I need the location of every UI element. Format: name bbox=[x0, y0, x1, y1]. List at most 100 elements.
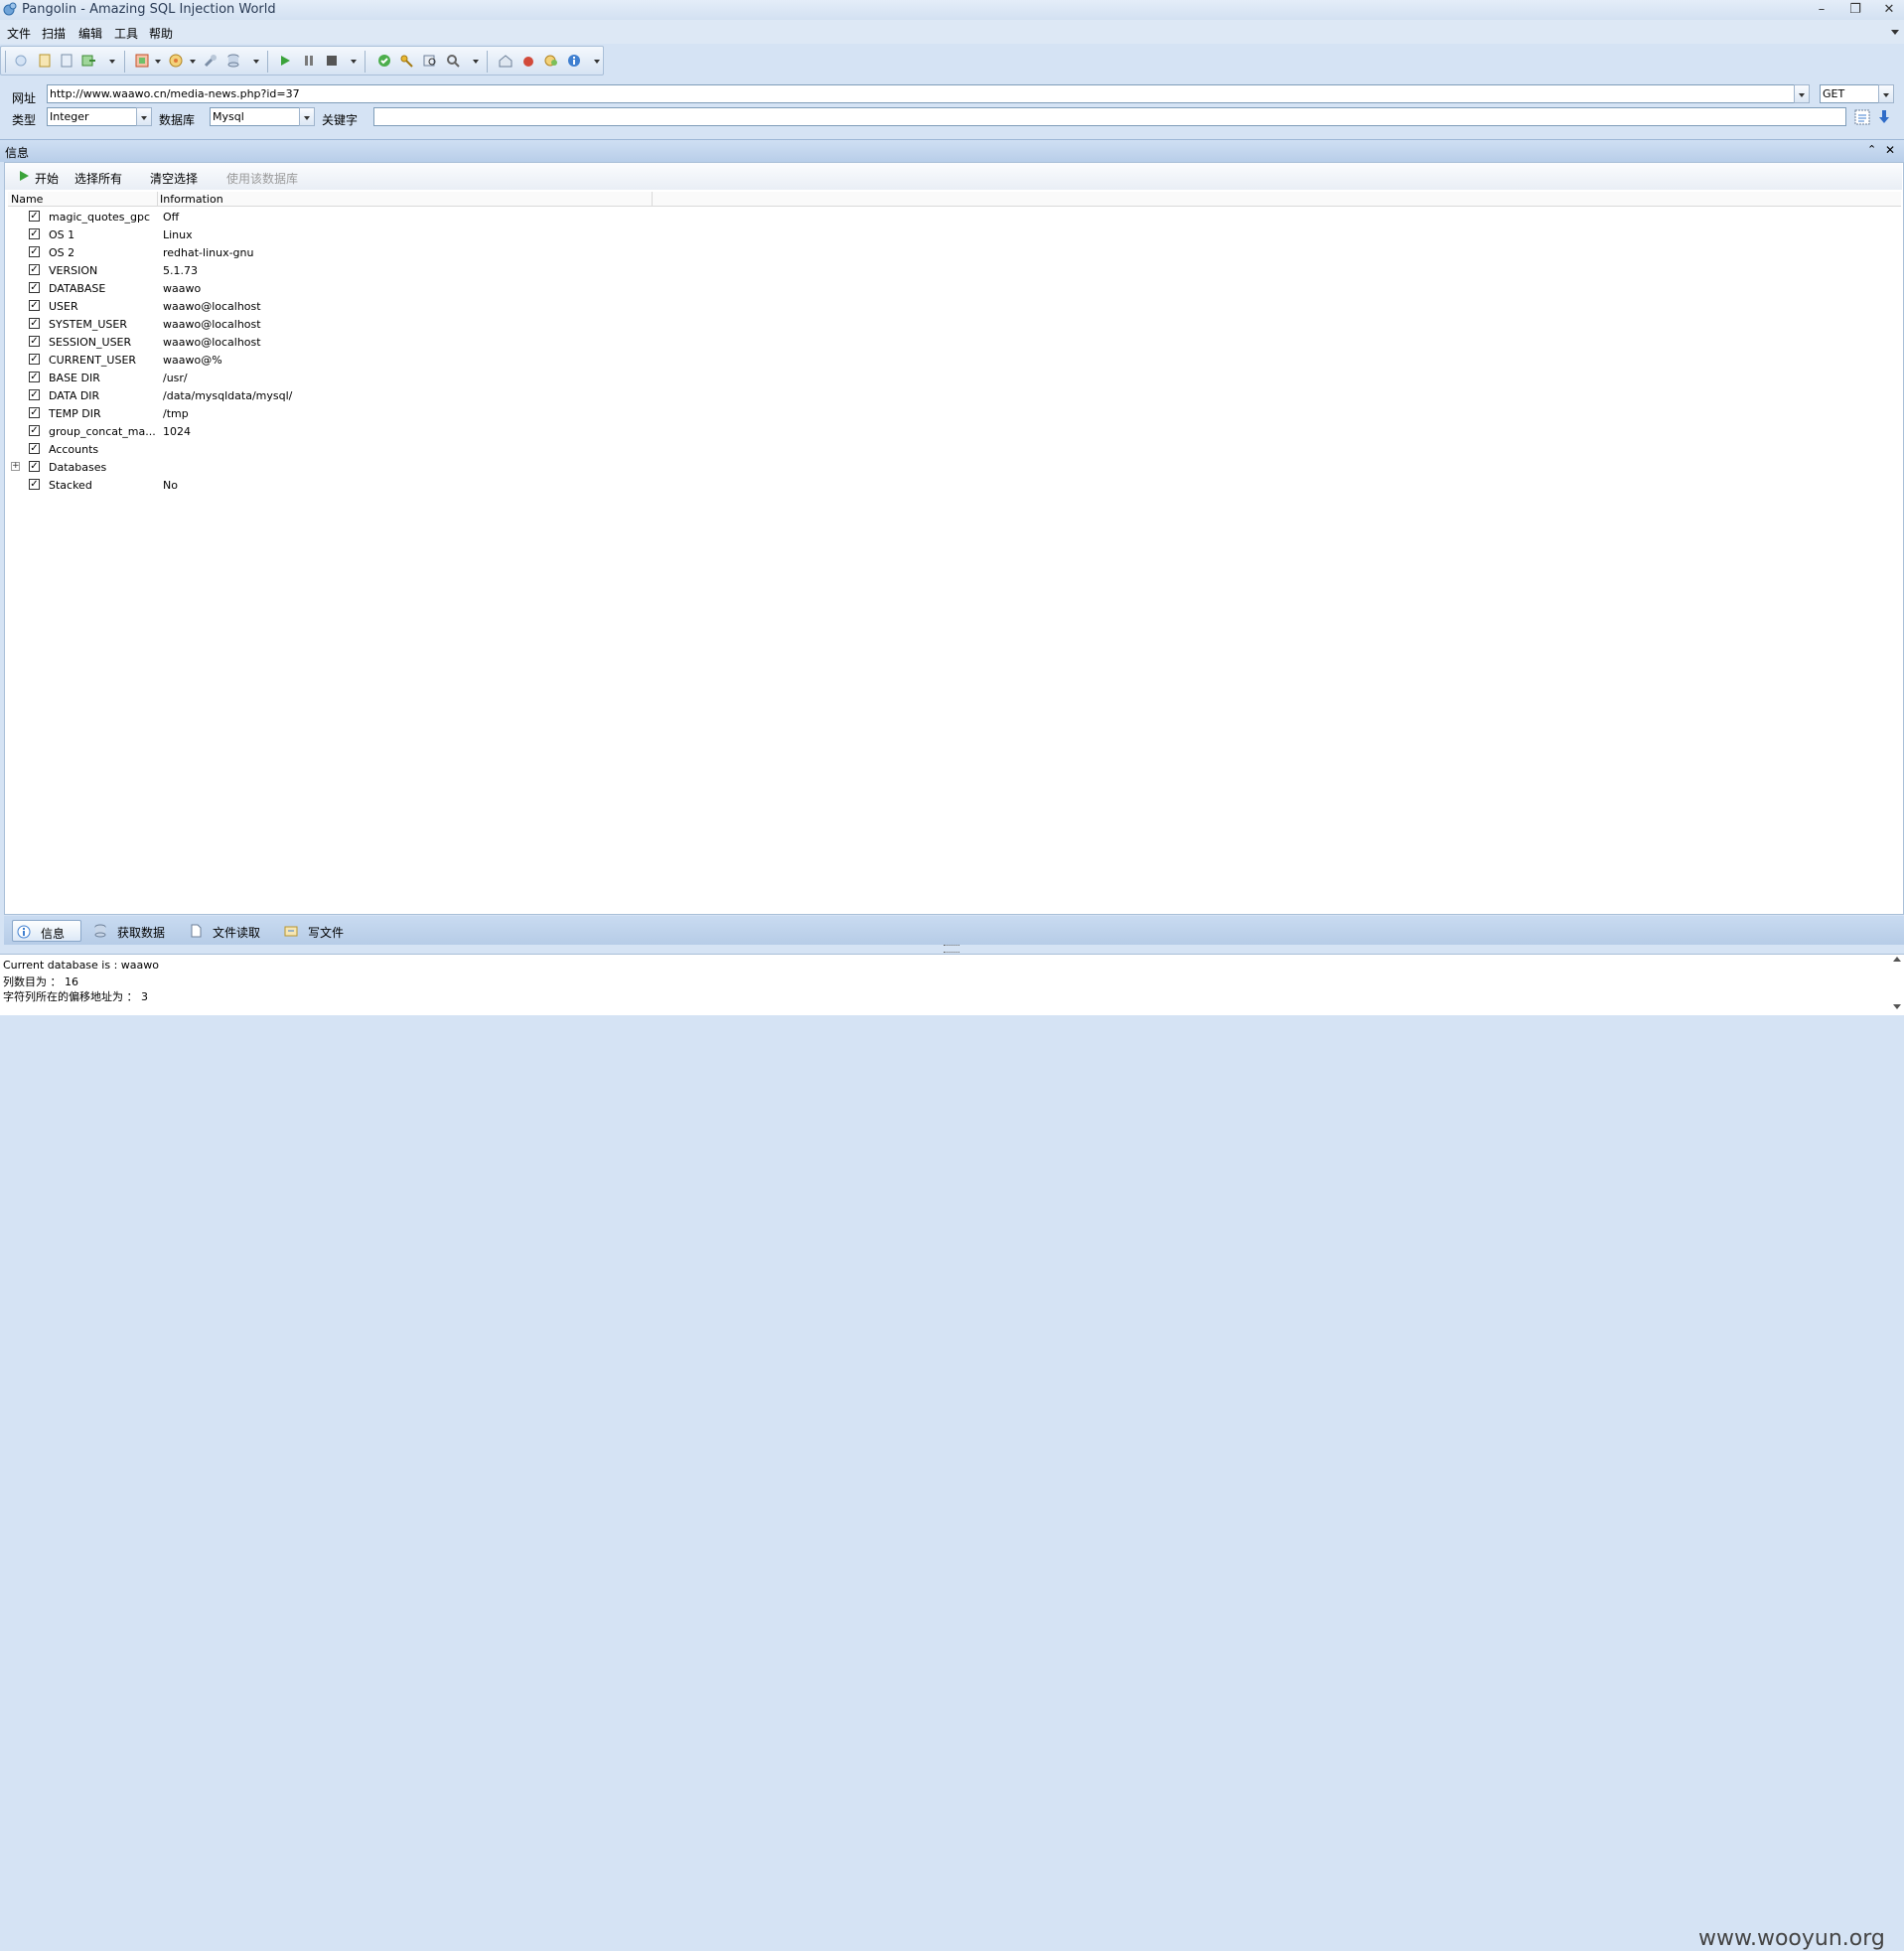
minimize-button[interactable]: – bbox=[1811, 1, 1832, 18]
key-icon[interactable] bbox=[399, 53, 415, 69]
splitter-handle[interactable] bbox=[944, 945, 959, 953]
menu-tools[interactable]: 工具 bbox=[114, 25, 138, 42]
type-dropdown[interactable] bbox=[136, 107, 152, 126]
row-checkbox[interactable]: ✓ bbox=[29, 300, 40, 311]
help-dropdown-icon[interactable] bbox=[594, 60, 600, 64]
use-database-button[interactable]: 使用该数据库 bbox=[226, 170, 298, 187]
column-information[interactable]: Information bbox=[160, 193, 223, 206]
row-info: /usr/ bbox=[163, 372, 188, 384]
row-checkbox[interactable]: ✓ bbox=[29, 461, 40, 472]
row-name: Databases bbox=[49, 461, 107, 474]
table-row[interactable]: ✓ CURRENT_USER waawo@% bbox=[8, 351, 644, 369]
close-window-button[interactable]: ✕ bbox=[1878, 1, 1900, 18]
log-scroll-down[interactable] bbox=[1893, 1004, 1901, 1009]
info-icon[interactable] bbox=[566, 53, 582, 69]
table-row[interactable]: ✓ SYSTEM_USER waawo@localhost bbox=[8, 315, 644, 333]
column-divider[interactable] bbox=[157, 192, 158, 206]
tools-dropdown-icon[interactable] bbox=[473, 60, 479, 64]
row-checkbox[interactable]: ✓ bbox=[29, 336, 40, 347]
start-icon[interactable] bbox=[17, 169, 31, 183]
row-checkbox[interactable]: ✓ bbox=[29, 372, 40, 382]
table-row[interactable]: ✓ TEMP DIR/tmp bbox=[8, 404, 644, 422]
row-checkbox[interactable]: ✓ bbox=[29, 211, 40, 222]
tab-info[interactable]: 信息 bbox=[12, 920, 81, 942]
database-dropdown-icon[interactable] bbox=[253, 60, 259, 64]
settings-dropdown-icon[interactable] bbox=[190, 60, 196, 64]
search-icon[interactable] bbox=[445, 53, 461, 69]
row-checkbox[interactable]: ✓ bbox=[29, 228, 40, 239]
row-checkbox[interactable]: ✓ bbox=[29, 443, 40, 454]
menu-overflow-icon[interactable] bbox=[1891, 30, 1899, 35]
check-icon[interactable] bbox=[376, 53, 392, 69]
options-icon[interactable] bbox=[1854, 109, 1870, 125]
row-checkbox[interactable]: ✓ bbox=[29, 407, 40, 418]
stop-icon[interactable] bbox=[324, 53, 340, 69]
tab-fetch-data[interactable]: 获取数据 bbox=[89, 920, 179, 942]
table-row[interactable]: ✓ magic_quotes_gpc Off bbox=[8, 208, 644, 225]
settings-icon[interactable] bbox=[168, 53, 184, 69]
row-checkbox[interactable]: ✓ bbox=[29, 425, 40, 436]
table-row[interactable]: ✓ BASE DIR/usr/ bbox=[8, 369, 644, 386]
table-row[interactable]: + ✓ Databases bbox=[8, 458, 644, 476]
open-icon[interactable] bbox=[37, 53, 53, 69]
pin-icon[interactable]: ⌃ bbox=[1867, 143, 1876, 156]
method-dropdown[interactable] bbox=[1878, 84, 1894, 103]
export-icon[interactable] bbox=[80, 53, 96, 69]
row-checkbox[interactable]: ✓ bbox=[29, 354, 40, 365]
wrench-icon[interactable] bbox=[203, 53, 219, 69]
start-button[interactable]: 开始 bbox=[35, 170, 59, 187]
log-scroll-up[interactable] bbox=[1893, 957, 1901, 962]
menu-scan[interactable]: 扫描 bbox=[42, 25, 66, 42]
export-dropdown-icon[interactable] bbox=[109, 60, 115, 64]
new-icon[interactable] bbox=[13, 53, 29, 69]
keyword-input[interactable] bbox=[373, 107, 1846, 126]
database-icon[interactable] bbox=[225, 53, 241, 69]
row-checkbox[interactable]: ✓ bbox=[29, 246, 40, 257]
tab-write-file[interactable]: 写文件 bbox=[280, 920, 360, 942]
download-arrow-icon[interactable] bbox=[1876, 109, 1892, 125]
table-row[interactable]: ✓ USER waawo@localhost bbox=[8, 297, 644, 315]
menu-help[interactable]: 帮助 bbox=[149, 25, 173, 42]
method-select[interactable]: GET bbox=[1820, 84, 1879, 103]
run-dropdown-icon[interactable] bbox=[351, 60, 357, 64]
row-checkbox[interactable]: ✓ bbox=[29, 318, 40, 329]
write-file-icon bbox=[284, 926, 298, 937]
table-row[interactable]: ✓ DATA DIR/data/mysqldata/mysql/ bbox=[8, 386, 644, 404]
report-icon[interactable] bbox=[134, 53, 150, 69]
clear-selection-button[interactable]: 清空选择 bbox=[150, 170, 198, 187]
panel-close-icon[interactable]: ✕ bbox=[1885, 143, 1895, 157]
type-select[interactable]: Integer bbox=[47, 107, 137, 126]
column-name[interactable]: Name bbox=[11, 193, 43, 206]
table-row[interactable]: ✓ group_concat_ma... 1024 bbox=[8, 422, 644, 440]
row-checkbox[interactable]: ✓ bbox=[29, 479, 40, 490]
restore-button[interactable]: ❐ bbox=[1844, 1, 1866, 18]
inspect-icon[interactable] bbox=[422, 53, 438, 69]
table-row[interactable]: ✓ OS 2 redhat-linux-gnu bbox=[8, 243, 644, 261]
tab-file-read[interactable]: 文件读取 bbox=[185, 920, 274, 942]
table-row[interactable]: ✓ DATABASE waawo bbox=[8, 279, 644, 297]
row-checkbox[interactable]: ✓ bbox=[29, 264, 40, 275]
database-select[interactable]: Mysql bbox=[210, 107, 300, 126]
pause-icon[interactable] bbox=[301, 53, 317, 69]
plugin-icon[interactable] bbox=[543, 53, 559, 69]
menu-file[interactable]: 文件 bbox=[7, 25, 31, 42]
select-all-button[interactable]: 选择所有 bbox=[74, 170, 122, 187]
url-input[interactable]: http://www.waawo.cn/media-news.php?id=37 bbox=[47, 84, 1795, 103]
row-checkbox[interactable]: ✓ bbox=[29, 282, 40, 293]
column-divider[interactable] bbox=[652, 192, 653, 206]
database-dropdown[interactable] bbox=[299, 107, 315, 126]
url-history-dropdown[interactable] bbox=[1794, 84, 1810, 103]
home-icon[interactable] bbox=[498, 53, 513, 69]
report-dropdown-icon[interactable] bbox=[155, 60, 161, 64]
bug-icon[interactable] bbox=[520, 53, 536, 69]
table-row[interactable]: ✓ VERSION 5.1.73 bbox=[8, 261, 644, 279]
save-icon[interactable] bbox=[59, 53, 74, 69]
row-checkbox[interactable]: ✓ bbox=[29, 389, 40, 400]
table-row[interactable]: ✓ OS 1 Linux bbox=[8, 225, 644, 243]
play-icon[interactable] bbox=[277, 53, 293, 69]
menu-edit[interactable]: 编辑 bbox=[78, 25, 102, 42]
table-row[interactable]: ✓ SESSION_USER waawo@localhost bbox=[8, 333, 644, 351]
table-row[interactable]: ✓ Accounts bbox=[8, 440, 644, 458]
expand-icon[interactable]: + bbox=[11, 462, 20, 471]
table-row[interactable]: ✓ Stacked No bbox=[8, 476, 644, 494]
